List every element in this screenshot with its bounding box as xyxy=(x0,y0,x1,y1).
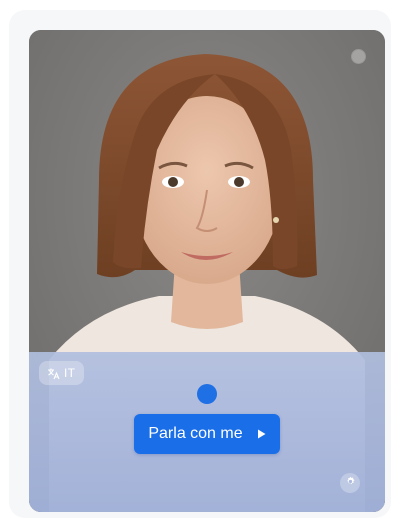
voice-indicator-dot xyxy=(197,384,217,404)
translate-icon xyxy=(47,367,60,380)
language-code: IT xyxy=(64,366,76,380)
settings-button[interactable] xyxy=(340,473,360,493)
status-dot-icon xyxy=(352,50,365,63)
language-selector[interactable]: IT xyxy=(39,361,85,385)
avatar-frame: IT Parla con me xyxy=(29,30,385,512)
talk-button-label: Parla con me xyxy=(148,425,243,442)
play-icon xyxy=(257,429,266,439)
gear-icon xyxy=(345,474,356,492)
talk-button[interactable]: Parla con me xyxy=(134,414,280,454)
